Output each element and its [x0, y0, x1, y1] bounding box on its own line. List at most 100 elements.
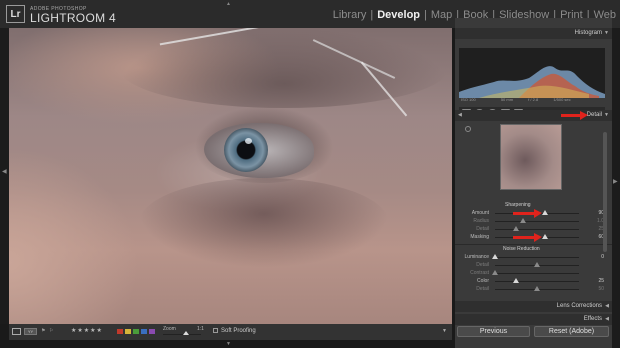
collapse-triangle-icon[interactable]: ◀ — [605, 316, 609, 322]
slider-label: Detail — [476, 262, 489, 268]
noise_reduction-row-luminance[interactable]: Luminance 0 — [455, 253, 612, 261]
slider-knob[interactable] — [534, 262, 540, 267]
soft-proofing-checkbox[interactable] — [213, 328, 218, 333]
color-label-swatch[interactable] — [149, 329, 155, 334]
collapse-left-icon[interactable]: ◀ — [2, 168, 7, 175]
color-label-swatch[interactable] — [141, 329, 147, 334]
sharpening-row-detail[interactable]: Detail 25 — [455, 225, 612, 233]
soft-proofing-label: Soft Proofing — [221, 328, 256, 334]
color-label-swatch[interactable] — [125, 329, 131, 334]
photo-canvas[interactable] — [9, 28, 452, 324]
noise_reduction-row-color[interactable]: Color 25 — [455, 277, 612, 285]
sharpening-row-radius[interactable]: Radius 1.0 — [455, 217, 612, 225]
slider-label: Detail — [476, 286, 489, 292]
slider-label: Masking — [470, 234, 489, 240]
detail-switch-icon[interactable]: ◀ — [458, 112, 462, 118]
previous-button[interactable]: Previous — [457, 326, 530, 337]
slider-knob[interactable] — [492, 254, 498, 259]
noise_reduction-row-detail[interactable]: Detail — [455, 261, 612, 269]
module-library[interactable]: Library — [333, 9, 367, 21]
histogram-info: ISO 100 50 mm f / 2.8 1/500 sec — [461, 97, 601, 102]
target-adjust-icon[interactable] — [465, 126, 471, 132]
zoom-label: Zoom — [163, 326, 176, 332]
star-rating[interactable]: ★★★★★ — [71, 327, 103, 334]
color-label-swatch[interactable] — [133, 329, 139, 334]
slider-track[interactable] — [495, 229, 579, 230]
noise_reduction-row-contrast[interactable]: Contrast — [455, 269, 612, 277]
slider-value[interactable]: 50 — [598, 286, 604, 292]
before-after-icon[interactable]: YY — [24, 328, 37, 335]
collapse-triangle-icon[interactable]: ◀ — [605, 303, 609, 309]
histogram-svg — [459, 66, 605, 98]
slider-knob[interactable] — [519, 218, 526, 223]
slider-label: Color — [477, 278, 489, 284]
collapse-top-icon[interactable]: ▲ — [226, 1, 231, 7]
slider-knob[interactable] — [542, 234, 549, 239]
slider-knob[interactable] — [492, 270, 498, 275]
lens-corrections-header[interactable]: Lens Corrections ◀ — [455, 301, 612, 312]
histogram-header[interactable]: Histogram ▼ — [455, 28, 612, 39]
collapse-bottom-icon[interactable]: ▼ — [226, 341, 231, 347]
photo-iris — [224, 128, 268, 172]
aperture-label: f / 2.8 — [528, 97, 539, 102]
iso-label: ISO 100 — [461, 97, 476, 102]
photo-glint — [245, 138, 252, 144]
slider-track[interactable] — [495, 273, 579, 274]
right-panel: Histogram ▼ ISO 100 50 mm f / 2.8 1/500 … — [455, 18, 612, 348]
slider-track[interactable] — [495, 257, 579, 258]
zoom-slider-knob[interactable] — [183, 331, 189, 335]
noise-reduction-title: Noise Reduction — [503, 246, 540, 252]
shutter-label: 1/500 sec — [553, 97, 571, 102]
slider-label: Contrast — [470, 270, 489, 276]
focal-label: 50 mm — [500, 97, 514, 102]
annotation-arrow-icon — [561, 111, 588, 120]
lightroom-logo: Lr — [6, 5, 25, 23]
slider-label: Amount — [471, 210, 489, 216]
slider-value[interactable]: 25 — [598, 278, 604, 284]
annotation-arrow-icon — [513, 233, 542, 242]
toolbar-menu-icon[interactable]: ▼ — [442, 328, 447, 334]
divider — [455, 244, 612, 245]
module-develop[interactable]: Develop — [377, 9, 420, 21]
zoom-value: 1:1 — [197, 326, 204, 332]
panel-scrollbar[interactable] — [603, 132, 607, 252]
slider-label: Radius — [473, 218, 489, 224]
brand-title: LIGHTROOM 4 — [30, 11, 116, 25]
module-separator: | — [370, 9, 374, 21]
effects-title: Effects — [583, 316, 602, 322]
histogram-graph[interactable] — [459, 48, 605, 98]
sharpening-title: Sharpening — [505, 202, 531, 208]
left-panel-edge[interactable]: ◀ — [0, 28, 9, 324]
reset-button[interactable]: Reset (Adobe) — [534, 326, 609, 337]
slider-value[interactable]: 0 — [601, 254, 604, 260]
bottom-toolbar: YY ⚑ ⚐ ★★★★★ Zoom 1:1 Soft Proofing ▼ — [9, 324, 452, 340]
photo-under-eye — [139, 178, 389, 268]
slider-knob[interactable] — [542, 210, 549, 215]
slider-knob[interactable] — [534, 286, 540, 291]
slider-knob[interactable] — [513, 226, 519, 231]
module-separator: | — [424, 9, 427, 21]
loupe-view-icon[interactable] — [12, 328, 21, 335]
slider-knob[interactable] — [513, 278, 519, 283]
annotation-arrow-icon — [513, 209, 542, 218]
slider-label: Luminance — [464, 254, 489, 260]
slider-track[interactable] — [495, 281, 579, 282]
flag-icon[interactable]: ⚑ — [41, 328, 45, 334]
collapse-triangle-icon[interactable]: ▼ — [604, 30, 609, 36]
detail-preview[interactable] — [500, 124, 562, 190]
reject-flag-icon[interactable]: ⚐ — [49, 328, 53, 334]
histogram-title: Histogram — [574, 30, 602, 36]
collapse-triangle-icon[interactable]: ▼ — [604, 112, 609, 118]
right-panel-edge[interactable]: ▶ — [612, 28, 620, 348]
collapse-right-icon[interactable]: ▶ — [613, 178, 618, 185]
detail-header[interactable]: ◀ Detail ▼ — [455, 110, 612, 121]
lens-corrections-title: Lens Corrections — [556, 303, 602, 309]
noise_reduction-row-detail[interactable]: Detail 50 — [455, 285, 612, 293]
slider-track[interactable] — [495, 221, 579, 222]
effects-header[interactable]: Effects ◀ — [455, 314, 612, 325]
zoom-slider[interactable] — [163, 334, 201, 335]
slider-label: Detail — [476, 226, 489, 232]
module-map[interactable]: Map — [431, 9, 452, 21]
detail-title: Detail — [586, 112, 602, 118]
color-label-swatch[interactable] — [117, 329, 123, 334]
